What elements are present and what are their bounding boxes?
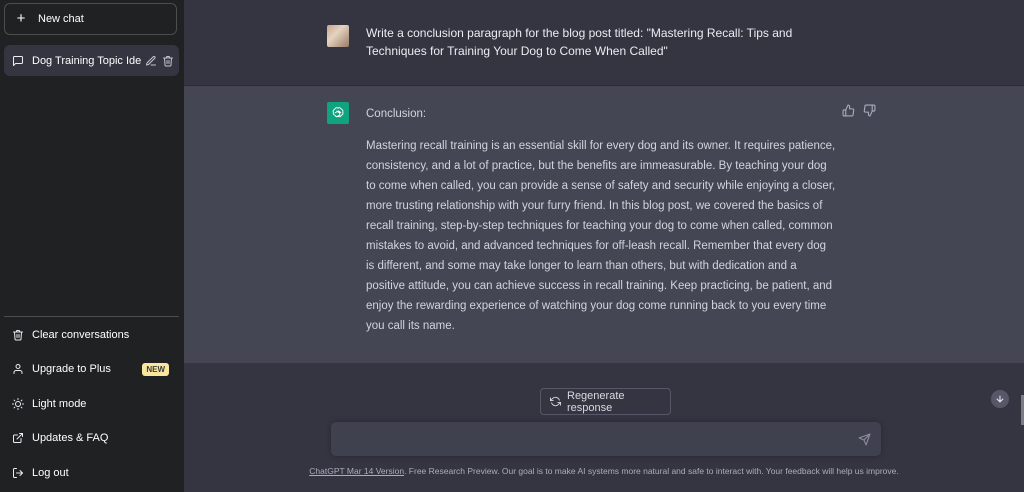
scroll-to-bottom-button[interactable]: [991, 390, 1009, 408]
new-badge: NEW: [142, 362, 169, 376]
send-icon[interactable]: [858, 433, 871, 446]
user-icon: [12, 363, 24, 375]
trash-icon: [12, 329, 24, 341]
conversation-title: Dog Training Topic Ide: [32, 54, 142, 67]
user-message-text: Write a conclusion paragraph for the blo…: [366, 26, 793, 58]
sidebar-divider: [4, 316, 179, 317]
edit-icon[interactable]: [145, 55, 157, 67]
message-icon: [12, 55, 24, 67]
footer-text: . Free Research Preview. Our goal is to …: [404, 466, 899, 476]
clear-conversations-button[interactable]: Clear conversations: [4, 321, 179, 349]
regenerate-response-button[interactable]: Regenerate response: [540, 388, 671, 415]
upgrade-to-plus-label: Upgrade to Plus: [32, 363, 111, 375]
openai-logo-icon: [327, 102, 349, 124]
user-message-row: Write a conclusion paragraph for the blo…: [184, 0, 1024, 86]
arrow-down-icon: [995, 394, 1005, 404]
prompt-box: [331, 422, 881, 456]
assistant-message-text: Conclusion: Mastering recall training is…: [366, 104, 836, 348]
version-link[interactable]: ChatGPT Mar 14 Version: [309, 466, 404, 476]
log-out-button[interactable]: Log out: [4, 459, 179, 487]
chat-main: Write a conclusion paragraph for the blo…: [184, 0, 1024, 492]
conversation-item[interactable]: Dog Training Topic Ide: [4, 45, 179, 76]
upgrade-to-plus-button[interactable]: Upgrade to Plus NEW: [4, 355, 179, 383]
footer-disclaimer: ChatGPT Mar 14 Version. Free Research Pr…: [184, 466, 1024, 476]
regenerate-label: Regenerate response: [567, 389, 625, 414]
light-mode-label: Light mode: [32, 398, 87, 410]
assistant-message-row: Conclusion: Mastering recall training is…: [184, 86, 1024, 363]
external-link-icon: [12, 432, 24, 444]
assistant-heading: Conclusion:: [366, 108, 427, 120]
thumbs-up-icon[interactable]: [842, 104, 855, 117]
plus-icon: +: [16, 10, 26, 27]
clear-conversations-label: Clear conversations: [32, 329, 130, 341]
delete-icon[interactable]: [162, 55, 174, 67]
updates-faq-link[interactable]: Updates & FAQ: [4, 424, 179, 452]
new-chat-label: New chat: [38, 13, 84, 25]
refresh-icon: [550, 396, 561, 407]
sun-icon: [12, 398, 24, 410]
updates-faq-label: Updates & FAQ: [32, 432, 109, 444]
thumbs-down-icon[interactable]: [863, 104, 876, 117]
light-mode-button[interactable]: Light mode: [4, 390, 179, 418]
feedback-buttons: [842, 104, 876, 117]
user-avatar: [327, 25, 349, 47]
new-chat-button[interactable]: + New chat: [4, 3, 177, 35]
sidebar: + New chat Dog Training Topic Ide Clear …: [0, 0, 184, 492]
logout-icon: [12, 467, 24, 479]
prompt-input[interactable]: [341, 430, 845, 452]
log-out-label: Log out: [32, 467, 69, 479]
assistant-paragraph: Mastering recall training is an essentia…: [366, 140, 836, 332]
